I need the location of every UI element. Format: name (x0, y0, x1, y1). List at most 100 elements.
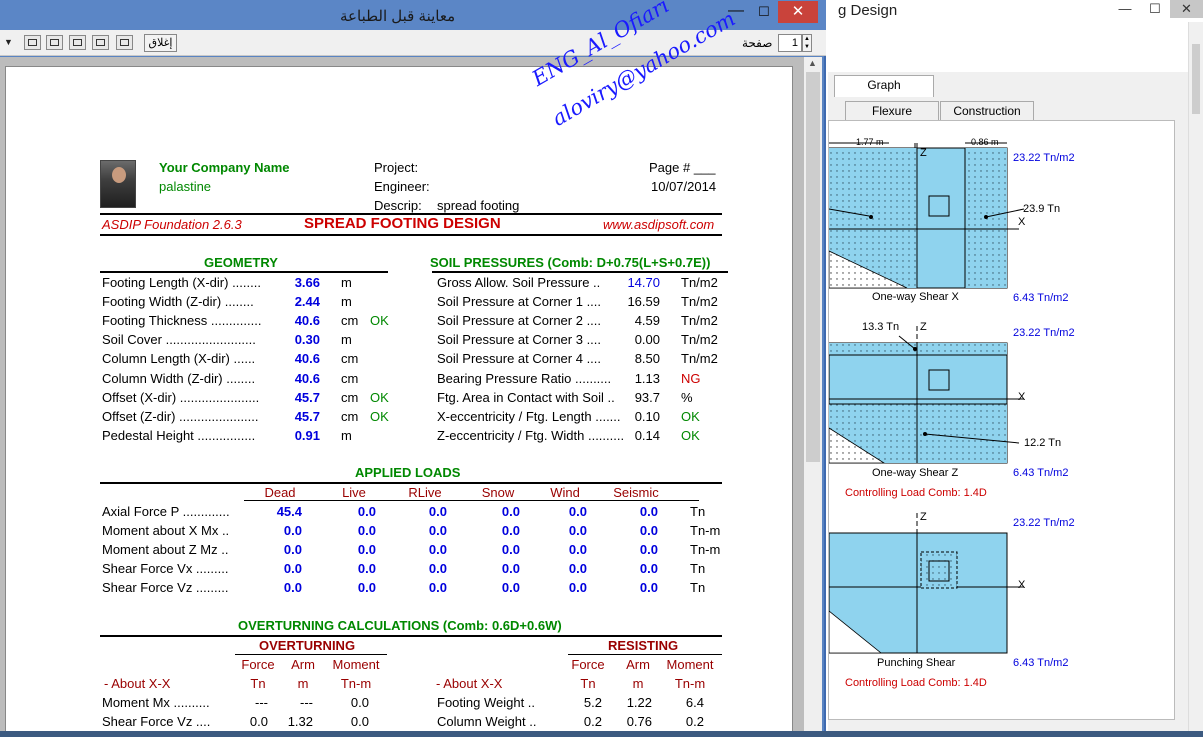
engineer-label: Engineer: (374, 179, 430, 194)
vertical-scrollbar[interactable] (1188, 22, 1203, 737)
loads-cell: 0.0 (501, 580, 520, 596)
loads-row-label: Shear Force Vz ......... (102, 580, 229, 596)
top-pressure-label: 23.22 Tn/m2 (1013, 152, 1075, 164)
maximize-button[interactable]: ☐ (750, 2, 778, 22)
geometry-row-label: Footing Length (X-dir) ........ (102, 275, 261, 290)
soil-row-unit: Tn/m2 (681, 275, 718, 290)
geometry-row-value: 40.6 (294, 370, 320, 386)
tab-construction[interactable]: Construction (940, 101, 1034, 121)
loads-row-unit: Tn (690, 580, 706, 596)
loads-cell: 0.0 (428, 561, 447, 577)
resisting-cell: 0.2 (685, 714, 704, 730)
descrip-value: spread footing (437, 198, 520, 213)
graph-caption: One-way Shear Z (872, 467, 959, 479)
top-pressure-label: 23.22 Tn/m2 (1013, 327, 1075, 339)
soil-row-unit: OK (681, 427, 700, 443)
geometry-row-value: 40.6 (294, 313, 320, 329)
loads-cell: 0.0 (568, 561, 587, 577)
tab-graph-label: Graph (867, 78, 901, 92)
one-way-shear-x-diagram (829, 142, 1025, 289)
loads-cell: 45.4 (276, 504, 302, 519)
close-preview-button[interactable]: إغلاق (144, 34, 177, 52)
geometry-row-unit: m (341, 427, 352, 443)
scroll-up-icon[interactable]: ▲ (808, 58, 817, 68)
soil-row-label: Soil Pressure at Corner 2 .... (437, 313, 602, 329)
soil-row-unit: Tn/m2 (681, 313, 718, 329)
bottom-pressure-label: 6.43 Tn/m2 (1013, 292, 1069, 304)
scrollbar-thumb[interactable] (1192, 44, 1200, 114)
three-page-view-button[interactable] (69, 35, 86, 50)
page-number-input[interactable]: 1 (778, 34, 802, 52)
loads-cell: 0.0 (568, 523, 587, 539)
maximize-button[interactable]: ☐ (1140, 0, 1170, 18)
loads-cell: 0.0 (639, 542, 658, 558)
overturning-cell: 0.0 (249, 714, 268, 730)
two-page-view-button[interactable] (46, 35, 63, 50)
geometry-row-label: Soil Cover ......................... (102, 332, 256, 348)
axis-z-label: Z (920, 511, 927, 523)
soil-row-label: Soil Pressure at Corner 3 .... (437, 332, 602, 348)
zoom-dropdown-icon[interactable]: ▼ (4, 37, 13, 47)
soil-pressures-title: SOIL PRESSURES (Comb: D+0.75(L+S+0.7E)) (430, 255, 711, 270)
graph-panel: 1.77 m 0.86 m Z 23.22 Tn/m2 23.9 Tn X On… (828, 120, 1175, 720)
top-pressure-label: 23.22 Tn/m2 (1013, 517, 1075, 529)
engineer-photo (100, 160, 136, 208)
close-button[interactable]: ✕ (778, 1, 818, 23)
controlling-comb-label: Controlling Load Comb: 1.4D (845, 677, 987, 689)
overturning-title: OVERTURNING CALCULATIONS (Comb: 0.6D+0.6… (238, 618, 562, 633)
two-page-icon (50, 39, 59, 46)
four-page-view-button[interactable] (92, 35, 109, 50)
geometry-row-unit: cm (341, 351, 359, 367)
dim-left-label: 1.77 m (856, 137, 884, 147)
soil-row-unit: Tn/m2 (681, 351, 718, 367)
soil-row-unit: Tn/m2 (681, 332, 718, 348)
loads-row-label: Moment about Z Mz .. (102, 542, 229, 558)
tab-construction-label: Construction (953, 104, 1021, 118)
taskbar (0, 731, 1203, 737)
graph-caption: Punching Shear (877, 657, 956, 669)
loads-column-header: Seismic (613, 485, 659, 500)
geometry-row-value: 45.7 (294, 389, 320, 405)
loads-cell: 0.0 (428, 542, 447, 558)
resisting-cell: 1.22 (626, 695, 652, 710)
geometry-row-value: 40.6 (294, 351, 320, 367)
loads-cell: 0.0 (639, 504, 658, 519)
preview-scroll-thumb[interactable] (806, 72, 820, 462)
soil-row-label: Z-eccentricity / Ftg. Width .......... (437, 427, 625, 443)
soil-row-value: 16.59 (627, 294, 660, 310)
loads-column-header: Snow (481, 485, 515, 500)
axis-z-label: Z (920, 147, 927, 159)
minimize-button[interactable]: — (1110, 0, 1140, 18)
report-heading: SPREAD FOOTING DESIGN (304, 215, 501, 232)
geometry-row-label: Column Width (Z-dir) ........ (102, 370, 256, 386)
loads-cell: 0.0 (639, 561, 658, 577)
loads-cell: 0.0 (357, 523, 376, 539)
geometry-rule (100, 271, 388, 273)
soil-row-value: 0.10 (634, 408, 660, 424)
desktop: g Design — ☐ ✕ Graph Flexure Constructio… (0, 0, 1203, 737)
shear-value-label: 23.9 Tn (1023, 203, 1061, 215)
loads-cell: 0.0 (428, 523, 447, 539)
loads-row-unit: Tn-m (690, 523, 721, 539)
descrip-label: Descrip: (374, 198, 422, 213)
tab-graph[interactable]: Graph (834, 75, 934, 97)
six-page-view-button[interactable] (116, 35, 133, 50)
header-rule (100, 234, 722, 236)
axis-z-label: Z (920, 321, 927, 333)
resisting-cell: 5.2 (583, 695, 602, 710)
loads-cell: 0.0 (639, 580, 658, 596)
company-name: Your Company Name (159, 160, 290, 175)
one-page-view-button[interactable] (24, 35, 41, 50)
page-spinner[interactable]: ▲ ▼ (802, 34, 812, 52)
overturning-row-label: Shear Force Vz .... (102, 714, 211, 730)
page-number: Page # ___ (649, 160, 716, 175)
geometry-row-status: OK (370, 313, 389, 329)
resisting-sub-rule (568, 654, 722, 655)
close-button[interactable]: ✕ (1170, 0, 1203, 18)
loads-cell: 0.0 (357, 561, 376, 577)
tab-flexure[interactable]: Flexure (845, 101, 939, 121)
loads-cell: 0.0 (283, 542, 302, 558)
overturning-cell: 0.0 (350, 695, 369, 710)
one-page-icon (28, 39, 37, 46)
overturning-col-head: Arm (291, 657, 315, 672)
